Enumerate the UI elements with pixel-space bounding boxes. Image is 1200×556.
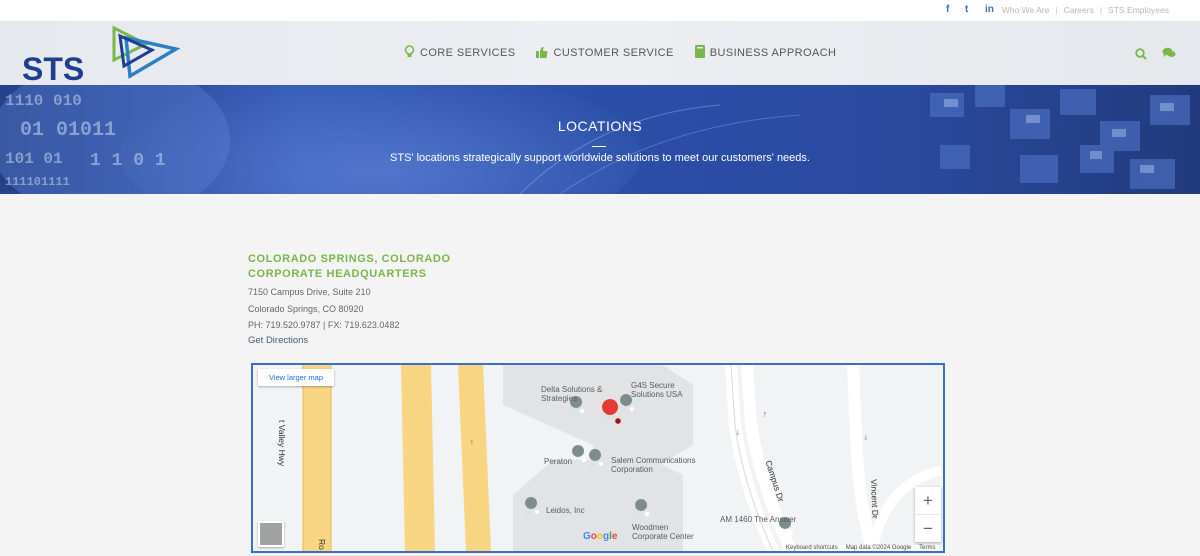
- separator: |: [1099, 5, 1103, 15]
- location-city: COLORADO SPRINGS, COLORADO: [248, 253, 451, 265]
- location-block: COLORADO SPRINGS, COLORADO CORPORATE HEA…: [248, 252, 948, 346]
- lightbulb-icon: [404, 45, 415, 61]
- place-peraton[interactable]: Peraton: [544, 457, 572, 466]
- book-icon: [694, 45, 705, 61]
- facebook-icon[interactable]: f: [946, 4, 949, 15]
- road-label-partial: Ro: [317, 539, 327, 550]
- road-label-vincent-dr: Vincent Dr: [869, 479, 881, 519]
- view-larger-map-link[interactable]: View larger map: [258, 369, 334, 386]
- zoom-controls: + −: [915, 487, 941, 542]
- hero-subtitle: STS' locations strategically support wor…: [390, 152, 810, 164]
- nav-customer-service[interactable]: CUSTOMER SERVICE: [536, 45, 673, 61]
- nav-label: BUSINESS APPROACH: [709, 47, 837, 59]
- hero-title: LOCATIONS: [557, 118, 643, 134]
- main-nav: CORE SERVICES CUSTOMER SERVICE BUSINESS …: [404, 45, 836, 61]
- place-woodmen-corporate-center[interactable]: Woodmen Corporate Center: [632, 523, 704, 541]
- search-icon[interactable]: [1135, 47, 1147, 65]
- careers-link[interactable]: Careers: [1064, 5, 1094, 15]
- thumbs-up-icon: [536, 46, 548, 61]
- zoom-in-button[interactable]: +: [915, 487, 941, 514]
- utility-links: Who We Are | Careers | STS Employees: [1002, 5, 1169, 15]
- site-header: STS CORE SERVICES CUSTOMER SERVICE BUSIN…: [0, 21, 1200, 87]
- logo-text: STS: [22, 51, 84, 82]
- svg-text:↓: ↓: [863, 434, 869, 442]
- chat-icon[interactable]: [1162, 46, 1176, 64]
- place-am-1460[interactable]: AM 1460 The Answer: [720, 515, 796, 524]
- keyboard-shortcuts-link[interactable]: Keyboard shortcuts: [786, 545, 838, 551]
- svg-text:111101111: 111101111: [5, 175, 70, 189]
- separator: |: [1055, 5, 1058, 15]
- satellite-toggle-thumbnail[interactable]: [258, 521, 284, 547]
- page: f t in Who We Are | Careers | STS Employ…: [0, 0, 1200, 556]
- place-delta-solutions[interactable]: Delta Solutions & Strategies: [541, 385, 611, 403]
- embedded-map[interactable]: ↑ ↓ ↑ ↓ View larger map Delta Solutions & S…: [251, 363, 945, 553]
- hero-banner: 1110 010 01 01011 101 01 1 1 0 1 1111011…: [0, 85, 1200, 194]
- twitter-icon[interactable]: t: [965, 4, 968, 15]
- svg-text:↑: ↑: [469, 439, 475, 447]
- nav-label: CUSTOMER SERVICE: [553, 47, 674, 59]
- title-divider: [592, 146, 606, 147]
- map-attribution: Keyboard shortcuts Map data ©2024 Google…: [783, 545, 939, 551]
- zoom-out-button[interactable]: −: [915, 514, 941, 541]
- get-directions-link[interactable]: Get Directions: [248, 335, 948, 346]
- top-utility-bar: f t in Who We Are | Careers | STS Employ…: [0, 0, 1200, 21]
- place-salem-communications[interactable]: Salem Communications Corporation: [611, 456, 711, 474]
- svg-text:↓: ↓: [735, 429, 741, 437]
- address-line2: Colorado Springs, CO 80920: [248, 303, 364, 314]
- place-g4s-secure[interactable]: G4S Secure Solutions USA: [631, 381, 701, 399]
- sts-employees-link[interactable]: STS Employees: [1108, 5, 1169, 15]
- phone-fax: PH: 719.520.9787 | FX: 719.623.0482: [248, 320, 400, 330]
- place-leidos[interactable]: Leidos, Inc: [546, 506, 585, 515]
- google-logo: Google: [583, 531, 618, 542]
- nav-core-services[interactable]: CORE SERVICES: [404, 45, 515, 61]
- location-title: CORPORATE HEADQUARTERS: [248, 267, 427, 280]
- nav-business-approach[interactable]: BUSINESS APPROACH: [694, 45, 837, 61]
- address-line1: 7150 Campus Drive, Suite 210: [248, 287, 371, 297]
- hero-background-image: 1110 010 01 01011 101 01 1 1 0 1 1111011…: [0, 85, 1190, 194]
- terms-link[interactable]: Terms: [919, 545, 935, 551]
- linkedin-icon[interactable]: in: [985, 4, 994, 15]
- svg-text:↑: ↑: [762, 411, 768, 419]
- who-we-are-link[interactable]: Who We Are: [1002, 5, 1050, 15]
- map-data-label: Map data ©2024 Google: [845, 545, 912, 551]
- road-label-valley-hwy: t Valley Hwy: [277, 420, 287, 467]
- nav-label: CORE SERVICES: [420, 47, 516, 59]
- svg-text:1110 010: 1110 010: [5, 92, 82, 110]
- sts-logo[interactable]: STS: [20, 24, 181, 87]
